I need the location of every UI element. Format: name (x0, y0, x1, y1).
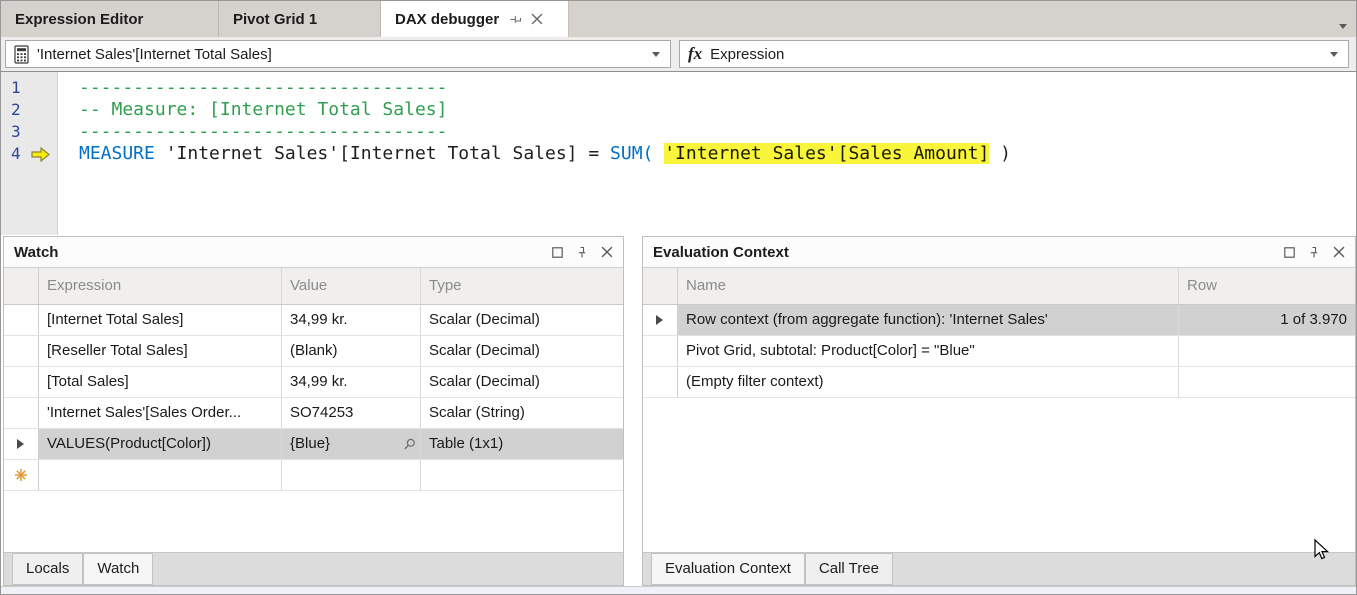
tab-dax-debugger[interactable]: DAX debugger (381, 1, 569, 37)
current-row-triangle-icon (656, 315, 663, 325)
maximize-icon[interactable] (552, 247, 563, 258)
evaluation-context-panel: Evaluation Context Name Row Row context … (642, 236, 1356, 586)
context-row-count (1179, 367, 1355, 397)
watch-value: (Blank) (282, 336, 421, 366)
column-header-type[interactable]: Type (421, 268, 623, 304)
evaluation-grid-header: Name Row (643, 267, 1355, 305)
maximize-icon[interactable] (1284, 247, 1295, 258)
chevron-down-icon[interactable] (652, 52, 660, 57)
close-icon[interactable] (1333, 246, 1345, 258)
pin-icon[interactable] (576, 246, 588, 259)
calculator-icon (14, 45, 29, 64)
current-row-triangle-icon (17, 439, 24, 449)
evaluation-row[interactable]: (Empty filter context) (643, 367, 1355, 398)
row-header-column (643, 268, 678, 304)
watch-type: Scalar (Decimal) (421, 336, 623, 366)
pin-icon[interactable] (509, 13, 522, 26)
current-statement-arrow-icon (30, 146, 51, 163)
pin-icon[interactable] (1308, 246, 1320, 259)
watch-expression: [Total Sales] (39, 367, 282, 397)
tab-call-tree[interactable]: Call Tree (805, 553, 893, 585)
context-row-count: 1 of 3.970 (1179, 305, 1355, 335)
watch-expression[interactable] (39, 460, 282, 490)
watch-expression: VALUES(Product[Color]) (39, 429, 282, 459)
debugger-toolbar: 'Internet Sales'[Internet Total Sales] f… (1, 37, 1356, 71)
watch-expression: 'Internet Sales'[Sales Order... (39, 398, 282, 428)
watch-row[interactable]: 'Internet Sales'[Sales Order... SO74253 … (4, 398, 623, 429)
watch-row[interactable]: [Reseller Total Sales] (Blank) Scalar (D… (4, 336, 623, 367)
close-icon[interactable] (601, 246, 613, 258)
code-area[interactable]: ---------------------------------- -- Me… (59, 72, 1356, 235)
panel-title: Watch (14, 244, 552, 261)
watch-value: 34,99 kr. (282, 367, 421, 397)
watch-row[interactable]: [Total Sales] 34,99 kr. Scalar (Decimal) (4, 367, 623, 398)
code-line-1: ---------------------------------- (79, 77, 1356, 99)
dax-code-editor[interactable]: 1 2 3 4 --------------------------------… (1, 71, 1356, 234)
evaluated-expression-highlight: 'Internet Sales'[Sales Amount] (664, 143, 989, 164)
watch-new-row[interactable] (4, 460, 623, 491)
magnifier-icon[interactable] (403, 438, 416, 451)
code-line-3: ---------------------------------- (79, 121, 1356, 143)
column-header-expression[interactable]: Expression (39, 268, 282, 304)
watch-value: 34,99 kr. (282, 305, 421, 335)
watch-expression: [Reseller Total Sales] (39, 336, 282, 366)
watch-row-selected[interactable]: VALUES(Product[Color]) {Blue} Table (1x1… (4, 429, 623, 460)
watch-row[interactable]: [Internet Total Sales] 34,99 kr. Scalar … (4, 305, 623, 336)
watch-type (421, 460, 623, 490)
context-row-count (1179, 336, 1355, 366)
selected-measure-value: 'Internet Sales'[Internet Total Sales] (37, 46, 652, 63)
watch-expression: [Internet Total Sales] (39, 305, 282, 335)
watch-panel: Watch Expression Value Type [Internet To… (3, 236, 624, 586)
watch-value (282, 460, 421, 490)
row-header-column (4, 268, 39, 304)
bottom-status-strip (1, 586, 1356, 595)
evaluation-row[interactable]: Pivot Grid, subtotal: Product[Color] = "… (643, 336, 1355, 367)
dax-debugger-window: Expression Editor Pivot Grid 1 DAX debug… (0, 0, 1357, 595)
tab-label: Expression Editor (15, 11, 143, 28)
measure-selector[interactable]: 'Internet Sales'[Internet Total Sales] (5, 40, 671, 68)
context-name: Row context (from aggregate function): '… (678, 305, 1179, 335)
column-header-row[interactable]: Row (1179, 268, 1355, 304)
selected-expression-value: Expression (710, 46, 1330, 63)
evaluation-context-panel-header[interactable]: Evaluation Context (643, 237, 1355, 267)
tab-locals[interactable]: Locals (12, 553, 83, 585)
tab-list-dropdown-icon[interactable] (1339, 16, 1347, 34)
tab-evaluation-context[interactable]: Evaluation Context (651, 553, 805, 585)
watch-type: Scalar (Decimal) (421, 367, 623, 397)
chevron-down-icon[interactable] (1330, 52, 1338, 57)
editor-gutter[interactable]: 1 2 3 4 (1, 72, 58, 235)
context-name: (Empty filter context) (678, 367, 1179, 397)
watch-type: Scalar (String) (421, 398, 623, 428)
new-row-star-icon (14, 468, 28, 482)
expression-selector[interactable]: fx Expression (679, 40, 1349, 68)
code-line-2: -- Measure: [Internet Total Sales] (79, 99, 1356, 121)
tab-label: DAX debugger (395, 11, 499, 28)
document-tabbar: Expression Editor Pivot Grid 1 DAX debug… (1, 1, 1356, 37)
watch-value: {Blue} (290, 435, 330, 452)
code-line-4: MEASURE 'Internet Sales'[Internet Total … (79, 143, 1356, 165)
evaluation-row-selected[interactable]: Row context (from aggregate function): '… (643, 305, 1355, 336)
watch-value: SO74253 (282, 398, 421, 428)
panel-title: Evaluation Context (653, 244, 1284, 261)
watch-type: Scalar (Decimal) (421, 305, 623, 335)
line-number: 4 (11, 144, 21, 163)
line-number: 3 (11, 122, 21, 141)
column-header-name[interactable]: Name (678, 268, 1179, 304)
tab-expression-editor[interactable]: Expression Editor (1, 1, 219, 37)
close-icon[interactable] (531, 13, 543, 25)
watch-panel-header[interactable]: Watch (4, 237, 623, 267)
context-name: Pivot Grid, subtotal: Product[Color] = "… (678, 336, 1179, 366)
watch-footer-tabbar: Locals Watch (4, 552, 623, 585)
watch-type: Table (1x1) (421, 429, 623, 459)
watch-grid-header: Expression Value Type (4, 267, 623, 305)
column-header-value[interactable]: Value (282, 268, 421, 304)
tab-watch[interactable]: Watch (83, 553, 153, 585)
tab-pivot-grid-1[interactable]: Pivot Grid 1 (219, 1, 381, 37)
line-number: 1 (11, 78, 21, 97)
evaluation-footer-tabbar: Evaluation Context Call Tree (643, 552, 1355, 585)
fx-icon: fx (688, 44, 702, 64)
tab-label: Pivot Grid 1 (233, 11, 317, 28)
line-number: 2 (11, 100, 21, 119)
